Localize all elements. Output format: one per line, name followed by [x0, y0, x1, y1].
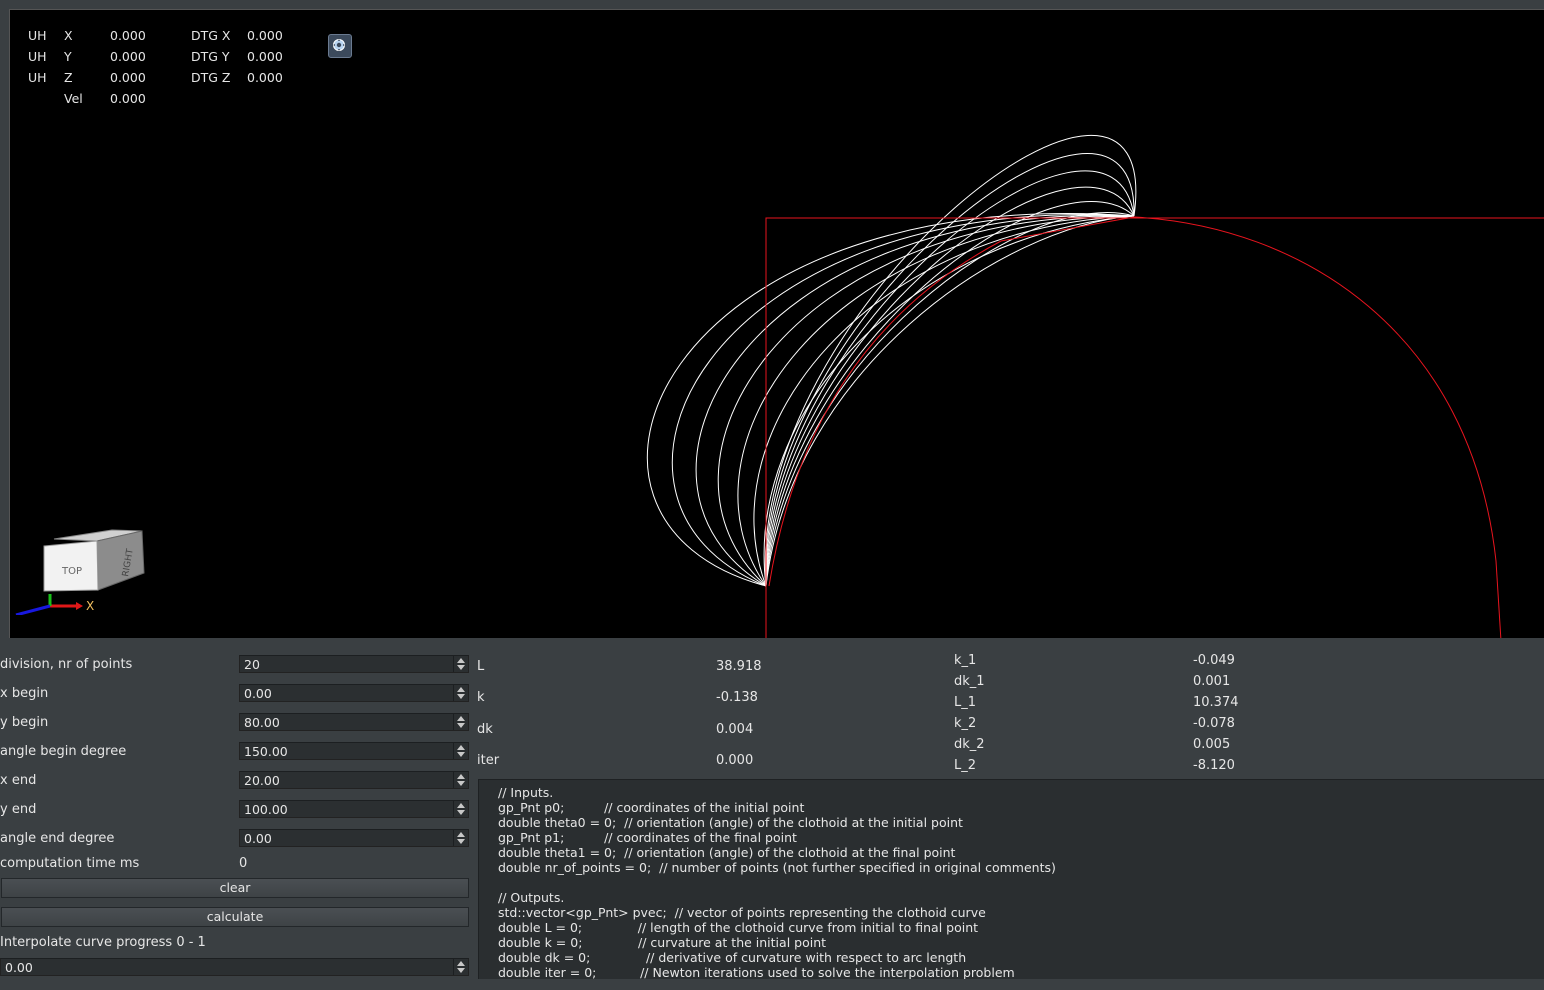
- hud-dtg-label: DTG X: [191, 28, 231, 43]
- x-begin-input[interactable]: [240, 685, 456, 701]
- hud-prefix: UH: [28, 28, 47, 43]
- x-begin-spinbox[interactable]: [239, 684, 469, 702]
- interpolate-input[interactable]: [1, 959, 455, 975]
- y-begin-spinbox[interactable]: [239, 713, 469, 731]
- result-value-k1: -0.049: [1193, 653, 1235, 668]
- result-label-k2: k_2: [954, 716, 977, 731]
- spin-arrows[interactable]: [453, 772, 468, 788]
- y-end-label: y end: [0, 802, 37, 817]
- y-begin-label: y begin: [0, 715, 49, 730]
- result-label-iter: iter: [477, 753, 500, 768]
- code-text-area[interactable]: // Inputs. gp_Pnt p0; // coordinates of …: [478, 779, 1544, 979]
- clothoid-curve: [695, 214, 1135, 587]
- spin-arrows[interactable]: [453, 743, 468, 759]
- spin-arrows[interactable]: [453, 685, 468, 701]
- clothoid-curves: [646, 134, 1137, 587]
- axis-x-label: X: [86, 599, 94, 613]
- angle-end-label: angle end degree: [0, 831, 115, 846]
- angle-begin-spinbox[interactable]: [239, 742, 469, 760]
- result-value-iter: 0.000: [716, 753, 754, 768]
- hud-value: 0.000: [110, 70, 146, 85]
- angle-begin-label: angle begin degree: [0, 744, 127, 759]
- x-end-spinbox[interactable]: [239, 771, 469, 789]
- interpolate-spinbox[interactable]: [0, 958, 469, 976]
- hud-vel-label: Vel: [64, 91, 83, 106]
- result-value-dk1: 0.001: [1193, 674, 1231, 689]
- clothoid-curve: [737, 215, 1135, 587]
- hud-axis: Y: [64, 49, 72, 64]
- hud-vel-value: 0.000: [110, 91, 146, 106]
- hud-value: 0.000: [110, 49, 146, 64]
- division-input[interactable]: [240, 656, 456, 672]
- spin-arrows[interactable]: [453, 959, 468, 975]
- clothoid-plot: [646, 134, 1544, 638]
- result-label-L1: L_1: [954, 695, 977, 710]
- result-value-dk2: 0.005: [1193, 737, 1231, 752]
- spin-arrows[interactable]: [453, 801, 468, 817]
- hud-dtg-value: 0.000: [247, 28, 283, 43]
- angle-end-spinbox[interactable]: [239, 829, 469, 847]
- division-spinbox[interactable]: [239, 655, 469, 673]
- code-text: // Inputs. gp_Pnt p0; // coordinates of …: [498, 785, 1056, 979]
- computation-time-label: computation time ms: [0, 856, 140, 871]
- calculate-button[interactable]: calculate: [1, 907, 469, 927]
- y-end-spinbox[interactable]: [239, 800, 469, 818]
- hud-prefix: UH: [28, 70, 47, 85]
- result-label-L: L: [477, 659, 485, 674]
- division-label: division, nr of points: [0, 657, 133, 672]
- hud-axis: X: [64, 28, 73, 43]
- hud-dtg-label: DTG Y: [191, 49, 230, 64]
- view-navigation-icon[interactable]: [328, 34, 352, 58]
- viewcube-icon[interactable]: TOP RIGHT X: [10, 515, 155, 615]
- y-end-input[interactable]: [240, 801, 456, 817]
- hud-dtg-value: 0.000: [247, 70, 283, 85]
- viewport-3d[interactable]: UH X 0.000 DTG X 0.000 UH Y 0.000 DTG Y …: [9, 9, 1544, 638]
- computation-time-value: 0: [239, 856, 248, 871]
- clothoid-curve: [765, 211, 1135, 587]
- angle-end-input[interactable]: [240, 830, 456, 846]
- result-value-L1: 10.374: [1193, 695, 1239, 710]
- spin-arrows[interactable]: [453, 714, 468, 730]
- result-label-k: k: [477, 690, 485, 705]
- x-end-label: x end: [0, 773, 37, 788]
- x-begin-label: x begin: [0, 686, 49, 701]
- reference-circle-arc: [1133, 216, 1502, 638]
- clothoid-curve: [646, 213, 1135, 587]
- hud-value: 0.000: [110, 28, 146, 43]
- spin-arrows[interactable]: [453, 830, 468, 846]
- clothoid-curve: [764, 134, 1137, 587]
- result-value-k: -0.138: [716, 690, 758, 705]
- result-label-dk2: dk_2: [954, 737, 985, 752]
- result-value-L2: -8.120: [1193, 758, 1235, 773]
- result-label-dk: dk: [477, 722, 493, 737]
- viewcube-top-label: TOP: [61, 566, 82, 577]
- angle-begin-input[interactable]: [240, 743, 456, 759]
- result-label-L2: L_2: [954, 758, 977, 773]
- result-value-dk: 0.004: [716, 722, 754, 737]
- hud-axis: Z: [64, 70, 73, 85]
- result-label-k1: k_1: [954, 653, 977, 668]
- hud-prefix: UH: [28, 49, 47, 64]
- result-value-k2: -0.078: [1193, 716, 1235, 731]
- clear-button[interactable]: clear: [1, 878, 469, 898]
- result-value-L: 38.918: [716, 659, 762, 674]
- spin-arrows[interactable]: [453, 656, 468, 672]
- hud-dtg-value: 0.000: [247, 49, 283, 64]
- interpolate-label: Interpolate curve progress 0 - 1: [0, 935, 206, 950]
- result-label-dk1: dk_1: [954, 674, 985, 689]
- x-end-input[interactable]: [240, 772, 456, 788]
- y-begin-input[interactable]: [240, 714, 456, 730]
- hud-dtg-label: DTG Z: [191, 70, 231, 85]
